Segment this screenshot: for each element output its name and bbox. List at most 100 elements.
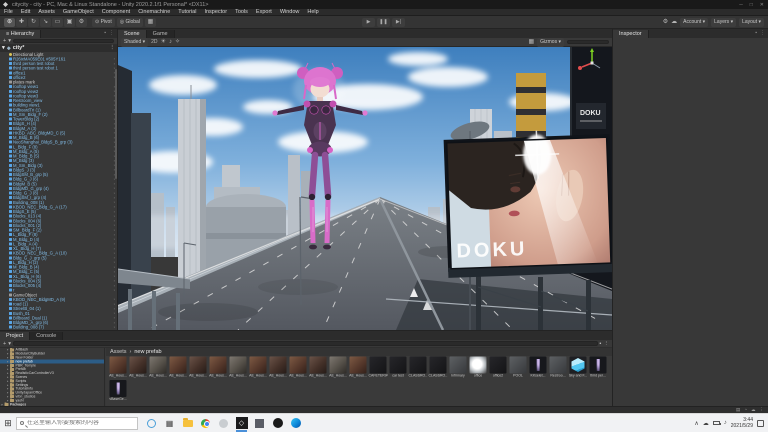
2d-toggle[interactable]: 2D [151,38,157,47]
open-prefab-arrow-icon[interactable]: › [114,297,115,302]
hierarchy-item[interactable]: Blocks_013 (4) › [0,213,116,218]
hierarchy-item[interactable]: BldgS_E (5) › [0,209,116,214]
hierarchy-item[interactable]: rooftop view3 › [0,93,116,98]
asset-item[interactable]: AE_Hous... [308,356,328,380]
menu-item[interactable]: Inspector [200,9,231,15]
taskbar-search[interactable] [16,417,138,430]
step-button[interactable]: ▶| [392,18,405,27]
open-prefab-arrow-icon[interactable]: › [114,186,115,191]
asset-item[interactable]: AE_Hous... [208,356,228,380]
tab-inspector[interactable]: Inspector [613,30,649,38]
hierarchy-item[interactable]: L_Bldg_F (8) › [0,232,116,237]
unity-taskbar-icon[interactable]: ◇ [235,416,248,431]
project-lock-icon[interactable]: ▪ [600,341,602,347]
pivot-toggle[interactable]: ⊙ Pivot [92,18,115,27]
hierarchy-item[interactable]: building view1 › [0,102,116,107]
hierarchy-item[interactable]: TowerBldg (2) › [0,116,116,121]
asset-item[interactable]: AE_Hous... [128,356,148,380]
hierarchy-item[interactable]: BldgS_J (3) › [0,167,116,172]
task-view-icon[interactable]: ▦ [163,416,176,431]
hierarchy-item[interactable]: M_Bldg_D (4) › [0,237,116,242]
asset-item[interactable]: POOL [508,356,528,380]
hierarchy-item[interactable]: office1 › [0,70,116,75]
hierarchy-lock-icon[interactable]: ▪ [104,29,106,38]
hierarchy-item[interactable]: BillboardTri (1) › [0,107,116,112]
hierarchy-item[interactable]: Bush_01 › [0,311,116,316]
open-prefab-arrow-icon[interactable]: › [114,190,115,195]
hierarchy-scrollbar[interactable] [115,69,117,179]
hierarchy-item[interactable]: StreetB_04 (1) › [0,306,116,311]
hierarchy-add-dropdown-icon[interactable]: ▾ [8,38,11,44]
scene-menu-icon[interactable]: ⋮ [110,45,116,51]
hierarchy-item[interactable]: Building_008 (7) › [0,324,116,329]
chrome-icon[interactable] [199,416,212,431]
project-search-input[interactable] [13,341,598,346]
hierarchy-item[interactable]: KBOD_NEC_Bldg_G_A (10) › [0,250,116,255]
open-prefab-arrow-icon[interactable]: › [114,287,115,292]
hierarchy-item[interactable]: BldgMD_A_grp (6) › [0,320,116,325]
open-prefab-arrow-icon[interactable]: › [114,250,115,255]
hierarchy-item[interactable]: M_Sm_Bldg (3) › [0,163,116,168]
start-button[interactable]: ⊞ [0,418,16,429]
open-prefab-arrow-icon[interactable]: › [114,278,115,283]
project-add-button[interactable]: + [3,341,6,347]
open-prefab-arrow-icon[interactable]: › [114,56,115,61]
hierarchy-item[interactable]: rooftop view1 › [0,84,116,89]
open-prefab-arrow-icon[interactable]: › [114,324,115,329]
account-dropdown[interactable]: Account ▾ [680,18,708,27]
hierarchy-item[interactable]: office2 › [0,75,116,80]
menu-item[interactable]: File [0,9,17,15]
hierarchy-item[interactable]: Blocks_005 (4) › [0,283,116,288]
open-prefab-arrow-icon[interactable]: › [114,61,115,66]
asset-item[interactable]: CAFETERIA [368,356,388,380]
asset-item[interactable]: AE_Hous... [188,356,208,380]
asset-item[interactable]: CLASSRO... [428,356,448,380]
open-prefab-arrow-icon[interactable]: › [114,315,115,320]
hierarchy-item[interactable]: KBOD_NEC_BldgMD_A (9) › [0,297,116,302]
cloud-collab-icon[interactable]: ☁ [671,18,677,27]
hierarchy-item[interactable]: r › [0,287,116,292]
asset-item[interactable]: Infirmary [448,356,468,380]
layout-dropdown[interactable]: Layout ▾ [739,18,764,27]
hierarchy-item[interactable]: XL_Bldg_H (6) › [0,274,116,279]
hierarchy-item[interactable]: Blocks_004 (6) › [0,218,116,223]
asset-item[interactable]: AE_Hous... [328,356,348,380]
asset-item[interactable]: Restroo... [548,356,568,380]
open-prefab-arrow-icon[interactable]: › [114,255,115,260]
taskbar-clock[interactable]: 3:44 2021/5/29 [731,417,753,430]
hierarchy-search-input[interactable] [13,39,114,44]
hierarchy-item[interactable]: R26ixMA059E01 #505Y161 › [0,56,116,61]
menu-item[interactable]: GameObject [59,9,98,15]
menu-item[interactable]: Tutorial [174,9,200,15]
hierarchy-item[interactable]: BldgM_B (5) › [0,181,116,186]
hierarchy-item[interactable]: BldgM_A (3) › [0,126,116,131]
asset-item[interactable]: AE_Hous... [228,356,248,380]
hierarchy-item[interactable]: BldgSM_B_grp (5) › [0,172,116,177]
hierarchy-item[interactable]: Directional Light › [0,52,116,57]
hierarchy-item[interactable]: third person test robot 1 › [0,65,116,70]
open-prefab-arrow-icon[interactable]: › [114,223,115,228]
folder-arrow-icon[interactable]: ▸ [7,399,9,403]
hierarchy-item[interactable]: NeoShanghai_BldgS_B_grp (3) › [0,139,116,144]
open-prefab-arrow-icon[interactable]: › [114,213,115,218]
open-prefab-arrow-icon[interactable]: › [114,306,115,311]
asset-item[interactable]: AE_Hous... [268,356,288,380]
menu-item[interactable]: Export [252,9,276,15]
custom-tool-button[interactable]: ⚙ [76,18,87,27]
hierarchy-item[interactable]: L_Bldg_H (2) › [0,260,116,265]
scene-audio-toggle[interactable]: ♪ [169,38,172,47]
hierarchy-item[interactable]: M_Bldg_B (5) › [0,153,116,158]
hierarchy-item[interactable]: KBOD_NEC_Bldg_G_A (17) › [0,204,116,209]
hierarchy-item[interactable]: HKBD_ABC_BldgMD_C (5) › [0,130,116,135]
breadcrumb-current[interactable]: new prefab [134,349,161,355]
open-prefab-arrow-icon[interactable]: › [114,181,115,186]
menu-item[interactable]: Component [98,9,134,15]
menu-item[interactable]: Assets [34,9,59,15]
hierarchy-item[interactable]: plates mark › [0,79,116,84]
asset-item[interactable]: car test [388,356,408,380]
preferences-icon[interactable]: ⚙ [663,18,668,27]
scene-search-input[interactable] [567,40,609,45]
layers-dropdown[interactable]: Layers ▾ [711,18,736,27]
asset-item[interactable]: third per... [588,356,608,380]
asset-item[interactable]: office2 [488,356,508,380]
